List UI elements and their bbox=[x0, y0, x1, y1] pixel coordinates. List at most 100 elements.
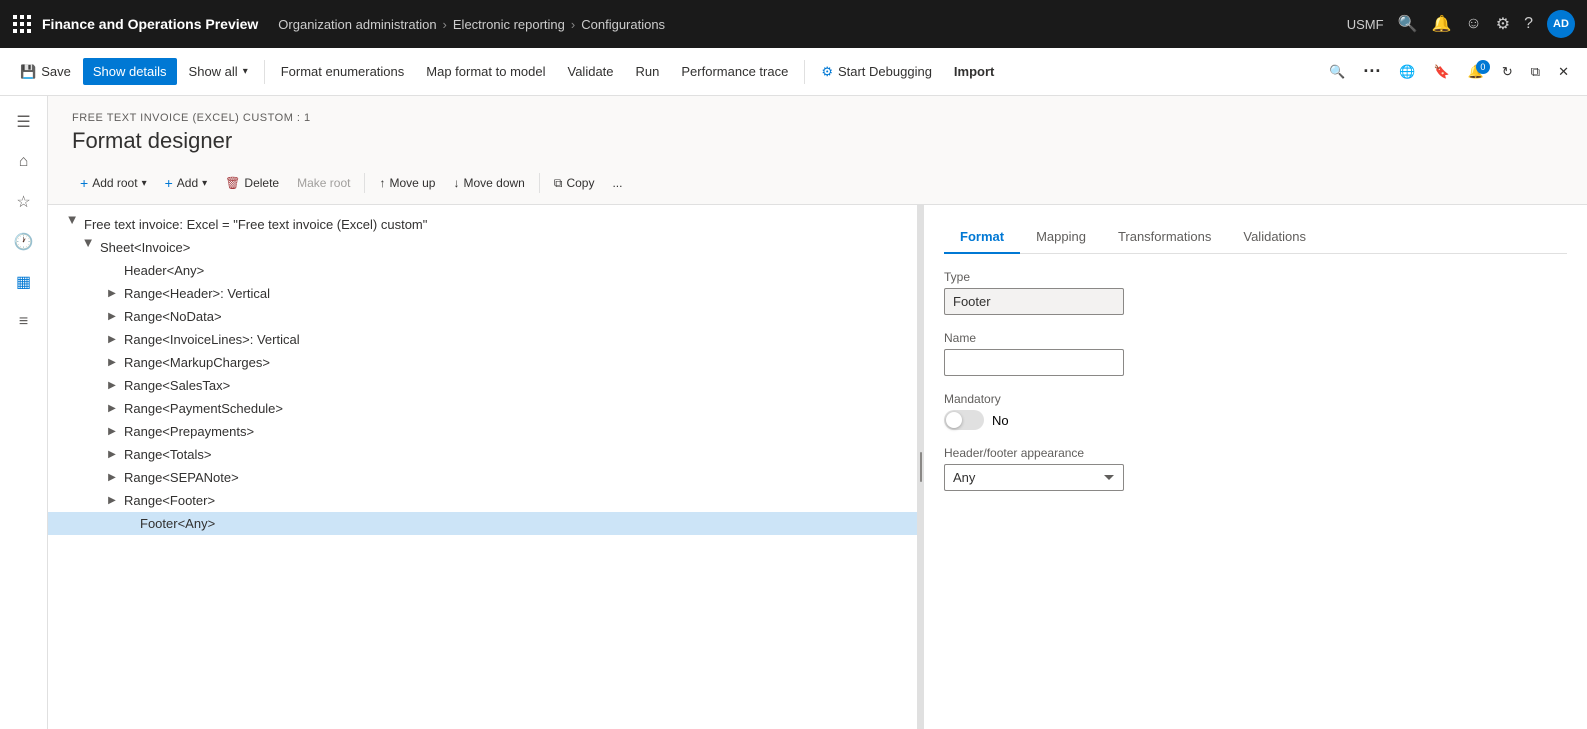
sidebar-star-icon[interactable]: ☆ bbox=[6, 184, 42, 220]
run-button[interactable]: Run bbox=[626, 58, 670, 85]
sidebar-list-icon[interactable]: ≡ bbox=[6, 304, 42, 340]
smiley-icon[interactable]: ☺ bbox=[1465, 15, 1481, 33]
copy-button[interactable]: ⧉ Copy bbox=[546, 171, 603, 196]
tree-item-sheet-invoice[interactable]: ▶ Sheet<Invoice> bbox=[48, 236, 917, 259]
save-button[interactable]: 💾 Save bbox=[10, 58, 81, 86]
tab-format[interactable]: Format bbox=[944, 221, 1020, 254]
toolbar-refresh-button[interactable]: ↻ bbox=[1494, 58, 1521, 86]
avatar[interactable]: AD bbox=[1547, 10, 1575, 38]
sidebar-clock-icon[interactable]: 🕐 bbox=[6, 224, 42, 260]
range-prepayments-label: Range<Prepayments> bbox=[124, 424, 254, 439]
toolbar-more-button[interactable]: ··· bbox=[1355, 55, 1389, 88]
toggle-knob bbox=[946, 412, 962, 428]
import-button[interactable]: Import bbox=[944, 58, 1004, 85]
show-details-button[interactable]: Show details bbox=[83, 58, 177, 85]
copy-label: Copy bbox=[566, 176, 594, 190]
type-input[interactable] bbox=[944, 288, 1124, 315]
mandatory-value: No bbox=[992, 413, 1009, 428]
tree-item-range-totals[interactable]: ▶ Range<Totals> bbox=[48, 443, 917, 466]
add-button[interactable]: + Add ▾ bbox=[157, 170, 216, 196]
mandatory-toggle[interactable] bbox=[944, 410, 984, 430]
type-field: Type bbox=[944, 270, 1567, 315]
tab-validations[interactable]: Validations bbox=[1227, 221, 1322, 254]
copy-icon: ⧉ bbox=[554, 176, 563, 191]
tree-item-range-markupcharges[interactable]: ▶ Range<MarkupCharges> bbox=[48, 351, 917, 374]
tree-item-range-invoicelines[interactable]: ▶ Range<InvoiceLines>: Vertical bbox=[48, 328, 917, 351]
format-enumerations-button[interactable]: Format enumerations bbox=[271, 58, 415, 85]
toolbar-globe-button[interactable]: 🌐 bbox=[1391, 58, 1423, 86]
move-down-button[interactable]: ↓ Move down bbox=[445, 171, 532, 195]
toolbar-close-button[interactable]: ✕ bbox=[1550, 58, 1577, 86]
show-details-label: Show details bbox=[93, 64, 167, 79]
add-chevron: ▾ bbox=[202, 178, 207, 189]
tree-item-range-prepayments[interactable]: ▶ Range<Prepayments> bbox=[48, 420, 917, 443]
import-label: Import bbox=[954, 64, 994, 79]
breadcrumb-item-1[interactable]: Organization administration bbox=[278, 17, 436, 32]
toolbar-open-button[interactable]: ⧉ bbox=[1523, 58, 1548, 86]
mandatory-toggle-row: No bbox=[944, 410, 1567, 430]
resizer-handle bbox=[920, 452, 922, 482]
toolbar-search-button[interactable]: 🔍 bbox=[1321, 58, 1353, 86]
map-format-button[interactable]: Map format to model bbox=[416, 58, 555, 85]
breadcrumb-sep-2: › bbox=[571, 17, 575, 32]
validate-label: Validate bbox=[568, 64, 614, 79]
debug-icon: ⚙ bbox=[821, 64, 833, 80]
more-button[interactable]: ... bbox=[604, 171, 630, 195]
move-up-button[interactable]: ↑ Move up bbox=[371, 171, 443, 195]
command-bar: + Add root ▾ + Add ▾ 🗑 Delete Make root … bbox=[48, 162, 1587, 205]
main-layout: ☰ ⌂ ☆ 🕐 ▦ ≡ FREE TEXT INVOICE (EXCEL) CU… bbox=[0, 96, 1587, 729]
tree-item-range-sepanote[interactable]: ▶ Range<SEPANote> bbox=[48, 466, 917, 489]
root-arrow: ▶ bbox=[67, 217, 78, 233]
sidebar-workspace-icon[interactable]: ▦ bbox=[6, 264, 42, 300]
sidebar-home-icon[interactable]: ⌂ bbox=[6, 144, 42, 180]
main-toolbar: 💾 Save Show details Show all ▾ Format en… bbox=[0, 48, 1587, 96]
tree-item-range-paymentschedule[interactable]: ▶ Range<PaymentSchedule> bbox=[48, 397, 917, 420]
show-all-label: Show all bbox=[189, 64, 238, 79]
tab-transformations[interactable]: Transformations bbox=[1102, 221, 1227, 254]
run-label: Run bbox=[636, 64, 660, 79]
breadcrumb-item-3[interactable]: Configurations bbox=[581, 17, 665, 32]
start-debugging-label: Start Debugging bbox=[838, 64, 932, 79]
tree-item-range-salestax[interactable]: ▶ Range<SalesTax> bbox=[48, 374, 917, 397]
tenant-label: USMF bbox=[1347, 17, 1384, 32]
add-label: Add bbox=[177, 176, 198, 190]
tree-root-item[interactable]: ▶ Free text invoice: Excel = "Free text … bbox=[48, 213, 917, 236]
search-icon[interactable]: 🔍 bbox=[1398, 14, 1418, 34]
top-bar: Finance and Operations Preview Organizat… bbox=[0, 0, 1587, 48]
tree-item-header-any[interactable]: ▶ Header<Any> bbox=[48, 259, 917, 282]
tab-mapping[interactable]: Mapping bbox=[1020, 221, 1102, 254]
validate-button[interactable]: Validate bbox=[558, 58, 624, 85]
range-footer-label: Range<Footer> bbox=[124, 493, 215, 508]
add-root-button[interactable]: + Add root ▾ bbox=[72, 170, 155, 196]
toolbar-sep-2 bbox=[804, 60, 805, 84]
sheet-label: Sheet<Invoice> bbox=[100, 240, 190, 255]
move-up-label: Move up bbox=[389, 176, 435, 190]
performance-trace-button[interactable]: Performance trace bbox=[671, 58, 798, 85]
help-icon[interactable]: ? bbox=[1524, 15, 1533, 33]
show-all-chevron: ▾ bbox=[243, 66, 248, 77]
delete-button[interactable]: 🗑 Delete bbox=[217, 171, 287, 195]
show-all-button[interactable]: Show all ▾ bbox=[179, 58, 258, 85]
toolbar-bookmark-button[interactable]: 🔖 bbox=[1426, 58, 1458, 86]
tree-item-range-footer[interactable]: ▶ Range<Footer> bbox=[48, 489, 917, 512]
toolbar-notification-button[interactable]: 🔔0 bbox=[1460, 58, 1492, 86]
sidebar-menu-icon[interactable]: ☰ bbox=[6, 104, 42, 140]
tree-item-range-header[interactable]: ▶ Range<Header>: Vertical bbox=[48, 282, 917, 305]
app-grid-icon[interactable] bbox=[12, 14, 32, 34]
name-input[interactable] bbox=[944, 349, 1124, 376]
cmd-sep-2 bbox=[539, 173, 540, 193]
range-nodata-label: Range<NoData> bbox=[124, 309, 222, 324]
tree-item-range-nodata[interactable]: ▶ Range<NoData> bbox=[48, 305, 917, 328]
header-footer-select[interactable]: Any First page Last page Odd pages Even … bbox=[944, 464, 1124, 491]
breadcrumb-item-2[interactable]: Electronic reporting bbox=[453, 17, 565, 32]
move-up-icon: ↑ bbox=[379, 176, 385, 190]
range-invoicelines-label: Range<InvoiceLines>: Vertical bbox=[124, 332, 300, 347]
gear-icon[interactable]: ⚙ bbox=[1496, 14, 1510, 34]
tree-item-footer-any[interactable]: ▶ Footer<Any> bbox=[48, 512, 917, 535]
bell-icon[interactable]: 🔔 bbox=[1431, 14, 1451, 34]
save-label: Save bbox=[41, 64, 71, 79]
root-label: Free text invoice: Excel = "Free text in… bbox=[84, 217, 427, 232]
range-paymentschedule-arrow: ▶ bbox=[104, 403, 120, 414]
start-debugging-button[interactable]: ⚙ Start Debugging bbox=[811, 58, 942, 86]
toolbar-sep-1 bbox=[264, 60, 265, 84]
